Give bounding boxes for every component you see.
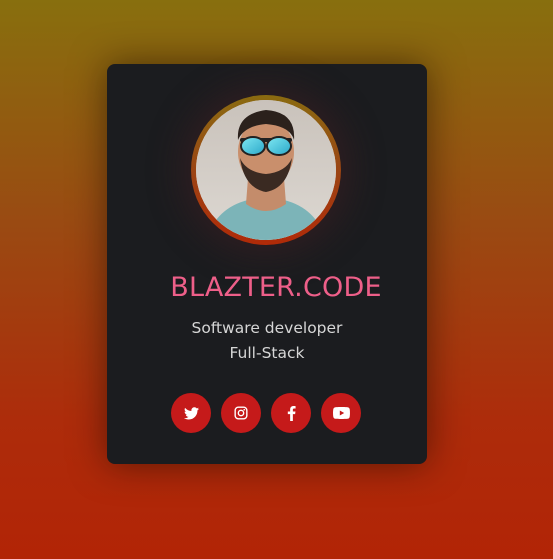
youtube-icon <box>332 407 350 419</box>
profile-role-line-1: Software developer <box>191 319 343 337</box>
twitter-icon <box>183 406 199 419</box>
avatar-ring <box>191 95 341 245</box>
twitter-button[interactable] <box>171 393 211 433</box>
profile-name: BLAZTER.CODE <box>170 272 382 303</box>
facebook-button[interactable] <box>271 393 311 433</box>
social-links <box>171 393 363 433</box>
avatar <box>196 100 336 240</box>
instagram-button[interactable] <box>221 393 261 433</box>
page-background: { "profile": { "name": "BLAZTER.CODE", "… <box>0 0 553 559</box>
facebook-icon <box>287 405 296 421</box>
profile-role-line-2: Full-Stack <box>229 344 305 362</box>
instagram-icon <box>234 406 248 420</box>
avatar-photo <box>196 100 336 240</box>
profile-card: BLAZTER.CODE Software developer Full-Sta… <box>107 64 427 464</box>
youtube-button[interactable] <box>321 393 361 433</box>
